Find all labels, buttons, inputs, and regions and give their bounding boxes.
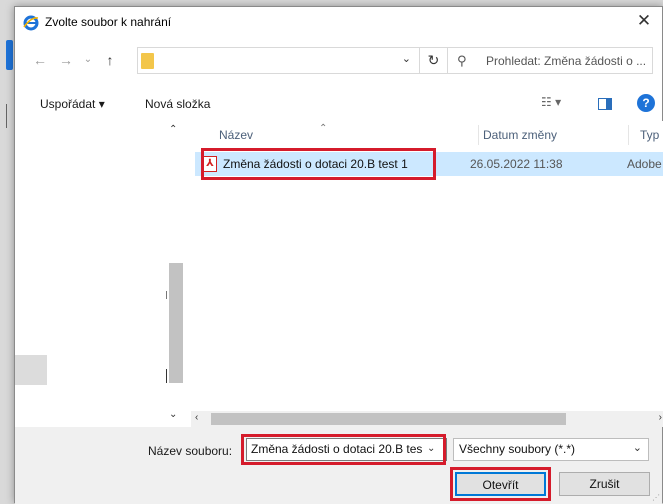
navpane-scroll-down-icon[interactable]: ⌄: [169, 409, 177, 420]
sort-ascending-icon: ⌃: [319, 123, 328, 134]
navpane-item[interactable]: [15, 355, 47, 385]
dialog-footer: Název souboru: Změna žádosti o dotaci 20…: [15, 427, 662, 504]
address-dropdown-icon[interactable]: ⌄: [402, 52, 411, 65]
navigation-pane[interactable]: ⌃ ⌄: [15, 121, 188, 433]
view-options-icon[interactable]: ☷ ▾: [541, 95, 561, 109]
column-name-label: Název: [219, 128, 254, 142]
new-folder-button[interactable]: Nová složka: [145, 97, 210, 111]
file-name: Změna žádosti o dotaci 20.B test 1: [223, 157, 408, 171]
resize-grip-icon[interactable]: ⋰: [652, 493, 660, 502]
pdf-icon: ⅄: [203, 156, 217, 172]
column-header-date[interactable]: Datum změny: [483, 123, 623, 147]
title-bar: Zvolte soubor k nahrání ✕: [15, 7, 662, 37]
file-type: Adobe: [627, 157, 662, 171]
filename-input[interactable]: Změna žádosti o dotaci 20.B tes: [246, 438, 447, 461]
file-date: 26.05.2022 11:38: [470, 157, 563, 171]
file-list: Název ⌃ Datum změny Typ ⅄ Změna žádosti …: [191, 121, 663, 411]
close-button[interactable]: ✕: [626, 7, 662, 37]
search-icon: ⚲: [457, 53, 467, 68]
column-header-type[interactable]: Typ: [640, 123, 663, 147]
recent-locations-button[interactable]: ⌄: [77, 49, 99, 71]
command-toolbar: Uspořádat ▾ Nová složka ☷ ▾ ?: [15, 93, 662, 119]
filetype-value: Všechny soubory (*.*): [459, 442, 576, 456]
forward-button[interactable]: →: [55, 49, 77, 71]
filename-dropdown-icon[interactable]: ⌄: [427, 443, 435, 454]
navpane-resize-handle[interactable]: [166, 369, 167, 383]
navigation-bar: ← → ⌄ ↑ ⌄ ↻ ⚲ Prohledat: Změna žádosti o…: [15, 45, 662, 75]
organize-menu-button[interactable]: Uspořádat ▾: [40, 97, 105, 111]
filename-label: Název souboru:: [148, 444, 233, 458]
help-icon[interactable]: ?: [637, 94, 655, 112]
background-divider: [6, 104, 7, 128]
up-button[interactable]: ↑: [99, 49, 121, 71]
file-row[interactable]: ⅄ Změna žádosti o dotaci 20.B test 1 26.…: [195, 152, 663, 176]
scroll-left-icon[interactable]: ‹: [195, 412, 198, 423]
file-open-dialog: Zvolte soubor k nahrání ✕ ← → ⌄ ↑ ⌄ ↻ ⚲ …: [14, 6, 663, 504]
window-title: Zvolte soubor k nahrání: [45, 15, 172, 29]
horizontal-scrollbar[interactable]: ‹ ›: [191, 411, 663, 427]
back-button[interactable]: ←: [29, 49, 51, 71]
preview-pane-icon[interactable]: [598, 98, 612, 110]
filetype-dropdown-icon: ⌄: [632, 442, 642, 454]
column-separator[interactable]: [628, 125, 629, 145]
background-window-edge: [6, 40, 13, 70]
open-button[interactable]: Otevřít: [455, 472, 546, 496]
scroll-right-icon[interactable]: ›: [659, 412, 662, 423]
refresh-button[interactable]: ↻: [420, 47, 448, 74]
column-separator[interactable]: [478, 125, 479, 145]
search-input[interactable]: ⚲ Prohledat: Změna žádosti o ...: [447, 47, 653, 74]
column-header-name[interactable]: Název ⌃: [219, 123, 479, 147]
horizontal-scrollbar-thumb[interactable]: [211, 413, 566, 425]
filetype-select[interactable]: Všechny soubory (*.*) ⌄: [453, 438, 649, 461]
cancel-button[interactable]: Zrušit: [559, 472, 650, 496]
navpane-divider: [166, 291, 167, 299]
navpane-scrollbar-thumb[interactable]: [169, 263, 183, 383]
folder-icon: [141, 53, 154, 69]
search-placeholder: Prohledat: Změna žádosti o ...: [486, 54, 647, 68]
navpane-scroll-up-icon[interactable]: ⌃: [169, 124, 177, 135]
address-bar[interactable]: ⌄: [137, 47, 420, 74]
internet-explorer-icon: [23, 15, 39, 31]
